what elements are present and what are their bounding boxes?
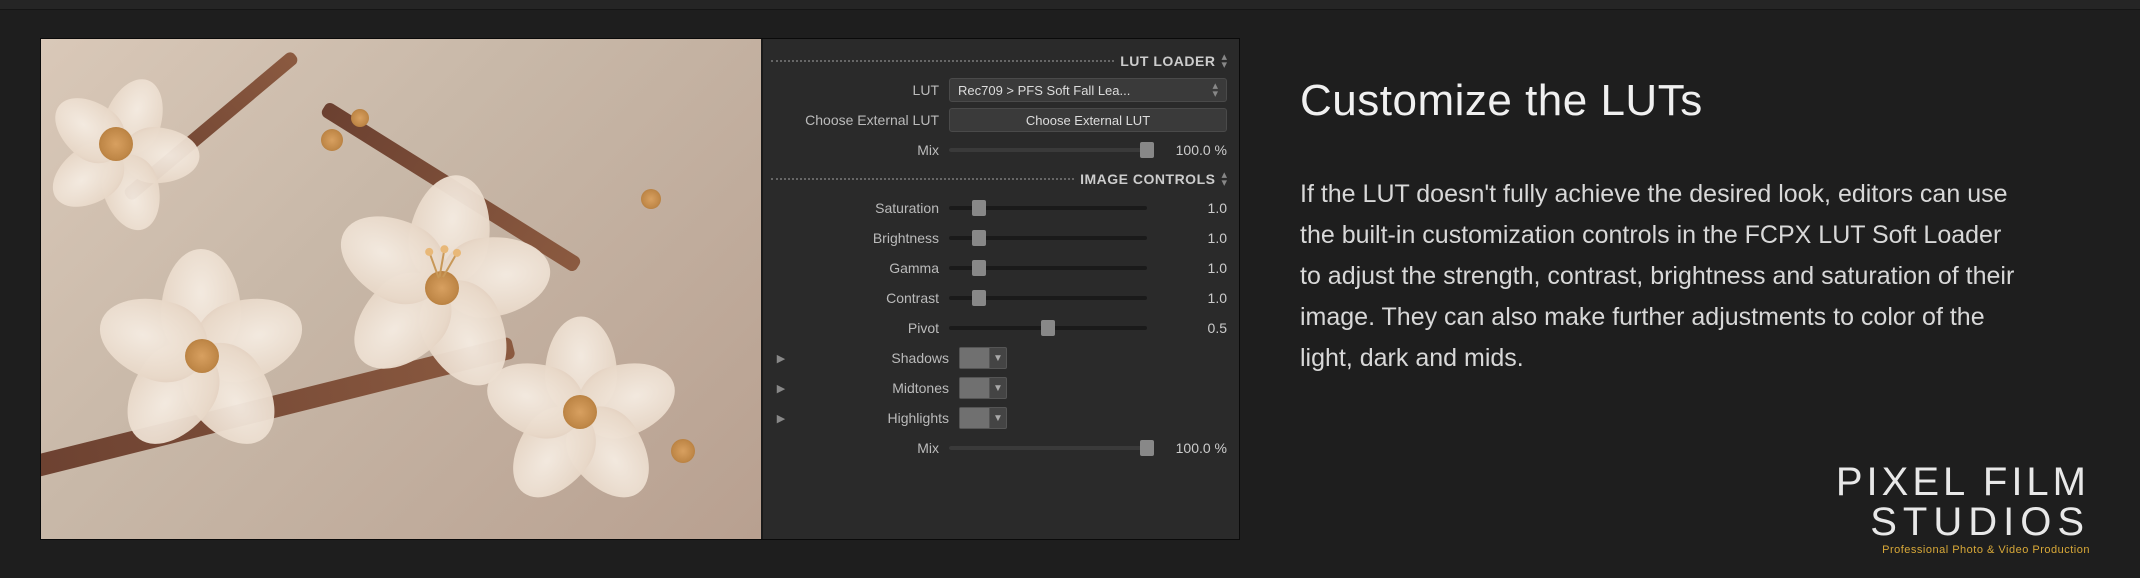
section-lut-loader: LUT LOADER ▴▾: [771, 53, 1227, 69]
pivot-value: 0.5: [1155, 320, 1227, 336]
lut-dropdown-value: Rec709 > PFS Soft Fall Lea...: [958, 83, 1130, 98]
row-brightness: Brightness 1.0: [771, 223, 1227, 253]
saturation-value: 1.0: [1155, 200, 1227, 216]
disclosure-icon[interactable]: ▶: [771, 382, 791, 395]
dotted-divider: [771, 178, 1074, 180]
highlights-color-well[interactable]: ▼: [959, 407, 1007, 429]
midtones-color-well[interactable]: ▼: [959, 377, 1007, 399]
saturation-slider[interactable]: [949, 206, 1147, 210]
label-choose-external: Choose External LUT: [771, 112, 939, 128]
label-contrast: Contrast: [771, 290, 939, 306]
image-mix-value: 100.0 %: [1155, 440, 1227, 456]
label-pivot: Pivot: [771, 320, 939, 336]
disclosure-icon[interactable]: ▶: [771, 352, 791, 365]
shadows-color-well[interactable]: ▼: [959, 347, 1007, 369]
image-mix-slider[interactable]: [949, 446, 1147, 450]
label-saturation: Saturation: [771, 200, 939, 216]
disclosure-icon[interactable]: ▶: [771, 412, 791, 425]
brand-line1: PIXEL FILM: [1836, 462, 2090, 502]
label-shadows: Shadows: [801, 350, 949, 366]
gamma-value: 1.0: [1155, 260, 1227, 276]
label-mix: Mix: [771, 142, 939, 158]
stepper-icon: ▴▾: [1212, 82, 1218, 98]
slider-thumb[interactable]: [972, 200, 986, 216]
row-pivot: Pivot 0.5: [771, 313, 1227, 343]
page-top-divider: [0, 0, 2140, 10]
row-contrast: Contrast 1.0: [771, 283, 1227, 313]
row-midtones: ▶ Midtones ▼: [771, 373, 1227, 403]
lut-dropdown[interactable]: Rec709 > PFS Soft Fall Lea... ▴▾: [949, 78, 1227, 102]
mix-slider[interactable]: [949, 148, 1147, 152]
brand-logo: PIXEL FILM STUDIOS Professional Photo & …: [1836, 462, 2090, 556]
slider-thumb[interactable]: [1041, 320, 1055, 336]
section-title: LUT LOADER: [1120, 53, 1215, 69]
row-gamma: Gamma 1.0: [771, 253, 1227, 283]
label-midtones: Midtones: [801, 380, 949, 396]
contrast-slider[interactable]: [949, 296, 1147, 300]
stepper-icon[interactable]: ▴▾: [1221, 171, 1227, 187]
slider-thumb[interactable]: [972, 290, 986, 306]
row-shadows: ▶ Shadows ▼: [771, 343, 1227, 373]
article-body: If the LUT doesn't fully achieve the des…: [1300, 174, 2020, 379]
label-lut: LUT: [771, 82, 939, 98]
row-choose-external: Choose External LUT Choose External LUT: [771, 105, 1227, 135]
slider-thumb[interactable]: [1140, 142, 1154, 158]
slider-thumb[interactable]: [972, 260, 986, 276]
row-saturation: Saturation 1.0: [771, 193, 1227, 223]
row-highlights: ▶ Highlights ▼: [771, 403, 1227, 433]
inspector-panel: LUT LOADER ▴▾ LUT Rec709 > PFS Soft Fall…: [761, 39, 1239, 539]
section-image-controls: IMAGE CONTROLS ▴▾: [771, 171, 1227, 187]
section-title: IMAGE CONTROLS: [1080, 171, 1215, 187]
video-preview: [41, 39, 761, 539]
brand-tagline: Professional Photo & Video Production: [1836, 544, 2090, 556]
gamma-slider[interactable]: [949, 266, 1147, 270]
screenshot-card: LUT LOADER ▴▾ LUT Rec709 > PFS Soft Fall…: [40, 38, 1240, 540]
label-mix: Mix: [771, 440, 939, 456]
row-mix-lut: Mix 100.0 %: [771, 135, 1227, 165]
slider-thumb[interactable]: [1140, 440, 1154, 456]
label-highlights: Highlights: [801, 410, 949, 426]
brightness-slider[interactable]: [949, 236, 1147, 240]
label-gamma: Gamma: [771, 260, 939, 276]
content-row: LUT LOADER ▴▾ LUT Rec709 > PFS Soft Fall…: [0, 10, 2140, 540]
brightness-value: 1.0: [1155, 230, 1227, 246]
brand-line2: STUDIOS: [1836, 502, 2090, 542]
contrast-value: 1.0: [1155, 290, 1227, 306]
pivot-slider[interactable]: [949, 326, 1147, 330]
choose-external-lut-button[interactable]: Choose External LUT: [949, 108, 1227, 132]
article-heading: Customize the LUTs: [1300, 76, 2020, 126]
label-brightness: Brightness: [771, 230, 939, 246]
slider-thumb[interactable]: [972, 230, 986, 246]
row-lut: LUT Rec709 > PFS Soft Fall Lea... ▴▾: [771, 75, 1227, 105]
dotted-divider: [771, 60, 1114, 62]
mix-value: 100.0 %: [1155, 142, 1227, 158]
row-mix-image: Mix 100.0 %: [771, 433, 1227, 463]
stepper-icon[interactable]: ▴▾: [1221, 53, 1227, 69]
